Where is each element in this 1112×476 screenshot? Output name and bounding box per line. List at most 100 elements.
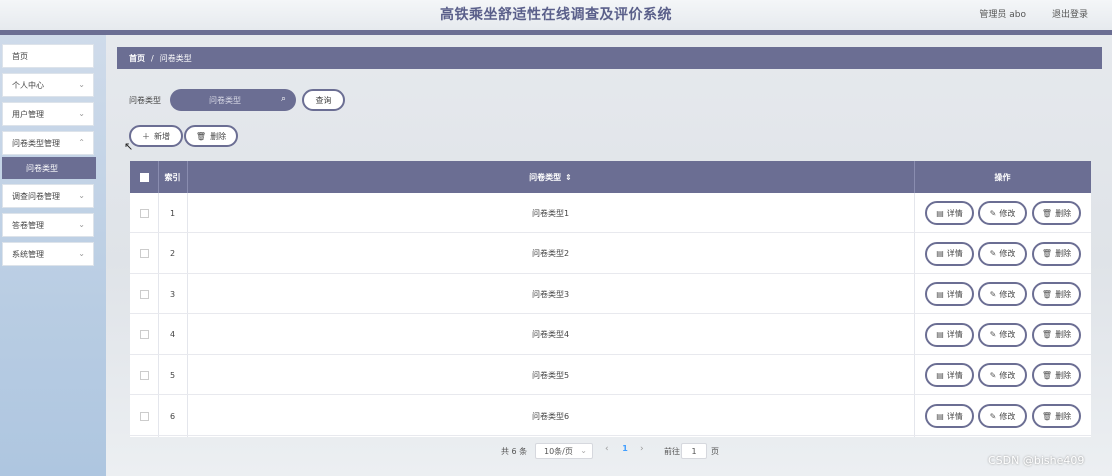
mouse-cursor-icon: ↖ (124, 140, 134, 153)
delete-button-label: 删除 (1055, 370, 1072, 380)
detail-button[interactable]: ▤ 详情 (925, 201, 974, 225)
row-select-cell (130, 234, 158, 274)
delete-button[interactable]: 🗑 删除 (1032, 404, 1081, 428)
logout-link[interactable]: 退出登录 (1052, 7, 1088, 20)
breadcrumb-current: 问卷类型 (159, 53, 192, 63)
row-type: 问卷类型4 (531, 330, 570, 340)
row-type: 问卷类型1 (531, 208, 570, 218)
detail-button-label: 详情 (946, 370, 963, 380)
row-checkbox[interactable] (139, 208, 149, 218)
plus-icon: ＋ (142, 131, 150, 141)
edit-button[interactable]: ✎ 修改 (978, 322, 1027, 347)
sidebar-item-profile[interactable]: 个人中心 ⌄ (2, 73, 94, 97)
document-icon: ▤ (936, 370, 944, 380)
breadcrumb-separator: / (151, 53, 154, 63)
sidebar-item-label: 首页 (12, 51, 28, 61)
pencil-icon: ✎ (989, 208, 997, 218)
pencil-icon: ✎ (989, 370, 997, 380)
header-divider (0, 30, 1112, 35)
row-index: 3 (169, 289, 176, 299)
document-icon: ▤ (936, 289, 944, 299)
page-size-select[interactable]: 10条/页 ⌄ (535, 443, 593, 459)
sidebar-item-questionnaire-type-mgmt[interactable]: 问卷类型管理 ⌃ (2, 131, 94, 155)
detail-button-label: 详情 (946, 411, 963, 421)
sidebar-item-label: 问卷类型管理 (12, 138, 60, 148)
pagination-total: 共 6 条 (501, 447, 528, 456)
bulk-delete-button-label: 删除 (210, 131, 227, 141)
detail-button[interactable]: ▤ 详情 (925, 322, 974, 347)
edit-button[interactable]: ✎ 修改 (978, 282, 1027, 307)
edit-button-label: 修改 (999, 411, 1016, 421)
delete-button-label: 删除 (1055, 411, 1072, 421)
column-header-type[interactable]: 问卷类型 ⇕ (187, 161, 914, 193)
sidebar-item-users[interactable]: 用户管理 ⌄ (2, 102, 94, 126)
edit-button-label: 修改 (999, 370, 1016, 380)
query-button-label: 查询 (315, 95, 332, 105)
sort-icon[interactable]: ⇕ (565, 173, 572, 182)
detail-button[interactable]: ▤ 详情 (925, 241, 974, 266)
trash-icon: 🗑 (1041, 330, 1053, 340)
sidebar-subitem-questionnaire-type[interactable]: 问卷类型 (2, 157, 96, 179)
page-number[interactable]: 1 (617, 444, 633, 453)
pencil-icon: ✎ (989, 249, 997, 259)
delete-button[interactable]: 🗑 删除 (1032, 282, 1081, 307)
document-icon: ▤ (936, 330, 944, 340)
table-row: 1 问卷类型1 ▤ 详情 ✎ 修改 🗑 删除 (130, 193, 1091, 233)
chevron-down-icon: ⌄ (580, 446, 587, 455)
delete-button[interactable]: 🗑 删除 (1032, 241, 1081, 266)
trash-icon: 🗑 (1041, 370, 1053, 380)
header-select-all-cell (130, 161, 158, 193)
app-header: 高铁乘坐舒适性在线调查及评价系统 管理员 abo 退出登录 (0, 0, 1112, 30)
detail-button-label: 详情 (946, 289, 963, 299)
goto-page-input[interactable] (681, 443, 707, 459)
delete-button[interactable]: 🗑 删除 (1032, 363, 1081, 388)
document-icon: ▤ (936, 208, 944, 218)
row-type: 问卷类型6 (531, 411, 570, 421)
breadcrumb: 首页 / 问卷类型 (117, 47, 1102, 69)
chevron-down-icon: ⌄ (78, 191, 85, 200)
edit-button[interactable]: ✎ 修改 (978, 363, 1027, 388)
row-checkbox[interactable] (139, 289, 149, 299)
row-index: 2 (169, 249, 176, 259)
table-row: 3 问卷类型3 ▤ 详情 ✎ 修改 🗑 删除 (130, 274, 1091, 315)
search-icon: ⌕ (281, 94, 287, 104)
search-input[interactable] (170, 89, 296, 111)
sidebar-item-survey-mgmt[interactable]: 调查问卷管理 ⌄ (2, 184, 94, 208)
sidebar-item-home[interactable]: 首页 (2, 44, 94, 68)
sidebar-item-system-mgmt[interactable]: 系统管理 ⌄ (2, 242, 94, 266)
table-row: 2 问卷类型2 ▤ 详情 ✎ 修改 🗑 删除 (130, 234, 1091, 274)
column-header-ops: 操作 (994, 172, 1011, 182)
detail-button-label: 详情 (946, 208, 963, 218)
row-checkbox[interactable] (139, 330, 149, 340)
delete-button[interactable]: 🗑 删除 (1032, 201, 1081, 225)
row-index: 6 (169, 411, 176, 421)
prev-page-button[interactable]: ‹ (605, 444, 609, 454)
detail-button[interactable]: ▤ 详情 (925, 282, 974, 307)
add-button[interactable]: ＋ 新增 (129, 125, 183, 147)
delete-button[interactable]: 🗑 删除 (1032, 322, 1081, 347)
query-button[interactable]: 查询 (302, 89, 345, 111)
detail-button[interactable]: ▤ 详情 (925, 404, 974, 428)
row-index: 5 (169, 370, 176, 380)
edit-button[interactable]: ✎ 修改 (978, 404, 1027, 428)
edit-button[interactable]: ✎ 修改 (978, 241, 1027, 266)
row-index: 4 (169, 330, 176, 340)
row-checkbox[interactable] (139, 249, 149, 259)
row-type: 问卷类型5 (531, 370, 570, 380)
detail-button[interactable]: ▤ 详情 (925, 363, 974, 388)
delete-button-label: 删除 (1055, 208, 1072, 218)
breadcrumb-home[interactable]: 首页 (129, 53, 145, 64)
select-all-checkbox[interactable] (139, 172, 149, 182)
next-page-button[interactable]: › (640, 444, 644, 454)
bulk-delete-button[interactable]: 🗑 删除 (184, 125, 238, 147)
edit-button-label: 修改 (999, 208, 1016, 218)
sidebar-item-answers-mgmt[interactable]: 答卷管理 ⌄ (2, 213, 94, 237)
edit-button[interactable]: ✎ 修改 (978, 201, 1027, 225)
edit-button-label: 修改 (999, 289, 1016, 299)
trash-icon: 🗑 (1041, 208, 1053, 218)
trash-icon: 🗑 (1041, 411, 1053, 421)
row-select-cell (130, 396, 158, 436)
chevron-down-icon: ⌄ (78, 249, 85, 258)
row-checkbox[interactable] (139, 411, 149, 421)
row-checkbox[interactable] (139, 370, 149, 380)
